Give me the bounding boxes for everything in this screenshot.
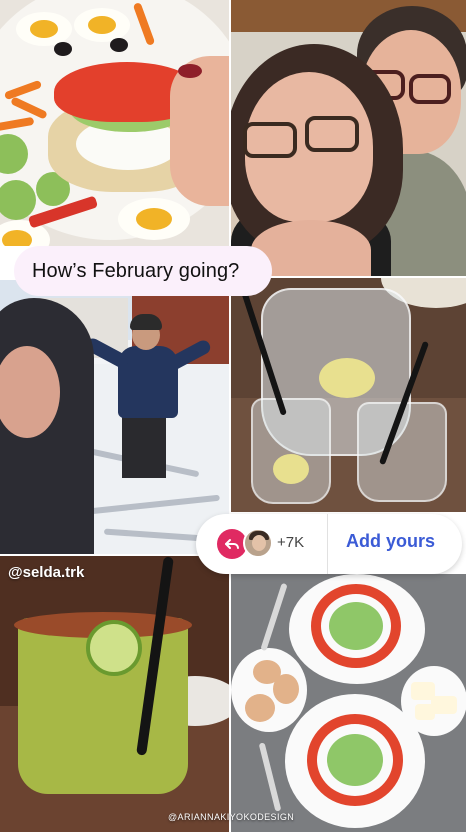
snow-day-photo bbox=[0, 280, 229, 554]
margarita-photo bbox=[0, 556, 229, 832]
question-text: How’s February going? bbox=[32, 259, 240, 282]
credit-watermark: @ARIANNAKIYOKODESIGN bbox=[168, 812, 295, 822]
add-yours-sticker[interactable]: +7K Add yours bbox=[196, 514, 462, 574]
couple-selfie-photo bbox=[231, 0, 466, 276]
food-closeup-photo bbox=[0, 0, 229, 246]
username-mention[interactable]: @selda.trk bbox=[8, 564, 84, 581]
pitcher-drink-photo bbox=[231, 278, 466, 512]
vegetable-plates-photo bbox=[231, 574, 466, 832]
sticker-divider bbox=[327, 514, 328, 574]
participant-avatar bbox=[243, 528, 273, 558]
participant-count: +7K bbox=[277, 534, 305, 551]
add-yours-button[interactable]: Add yours bbox=[346, 531, 435, 552]
question-bubble: How’s February going? bbox=[14, 246, 272, 296]
